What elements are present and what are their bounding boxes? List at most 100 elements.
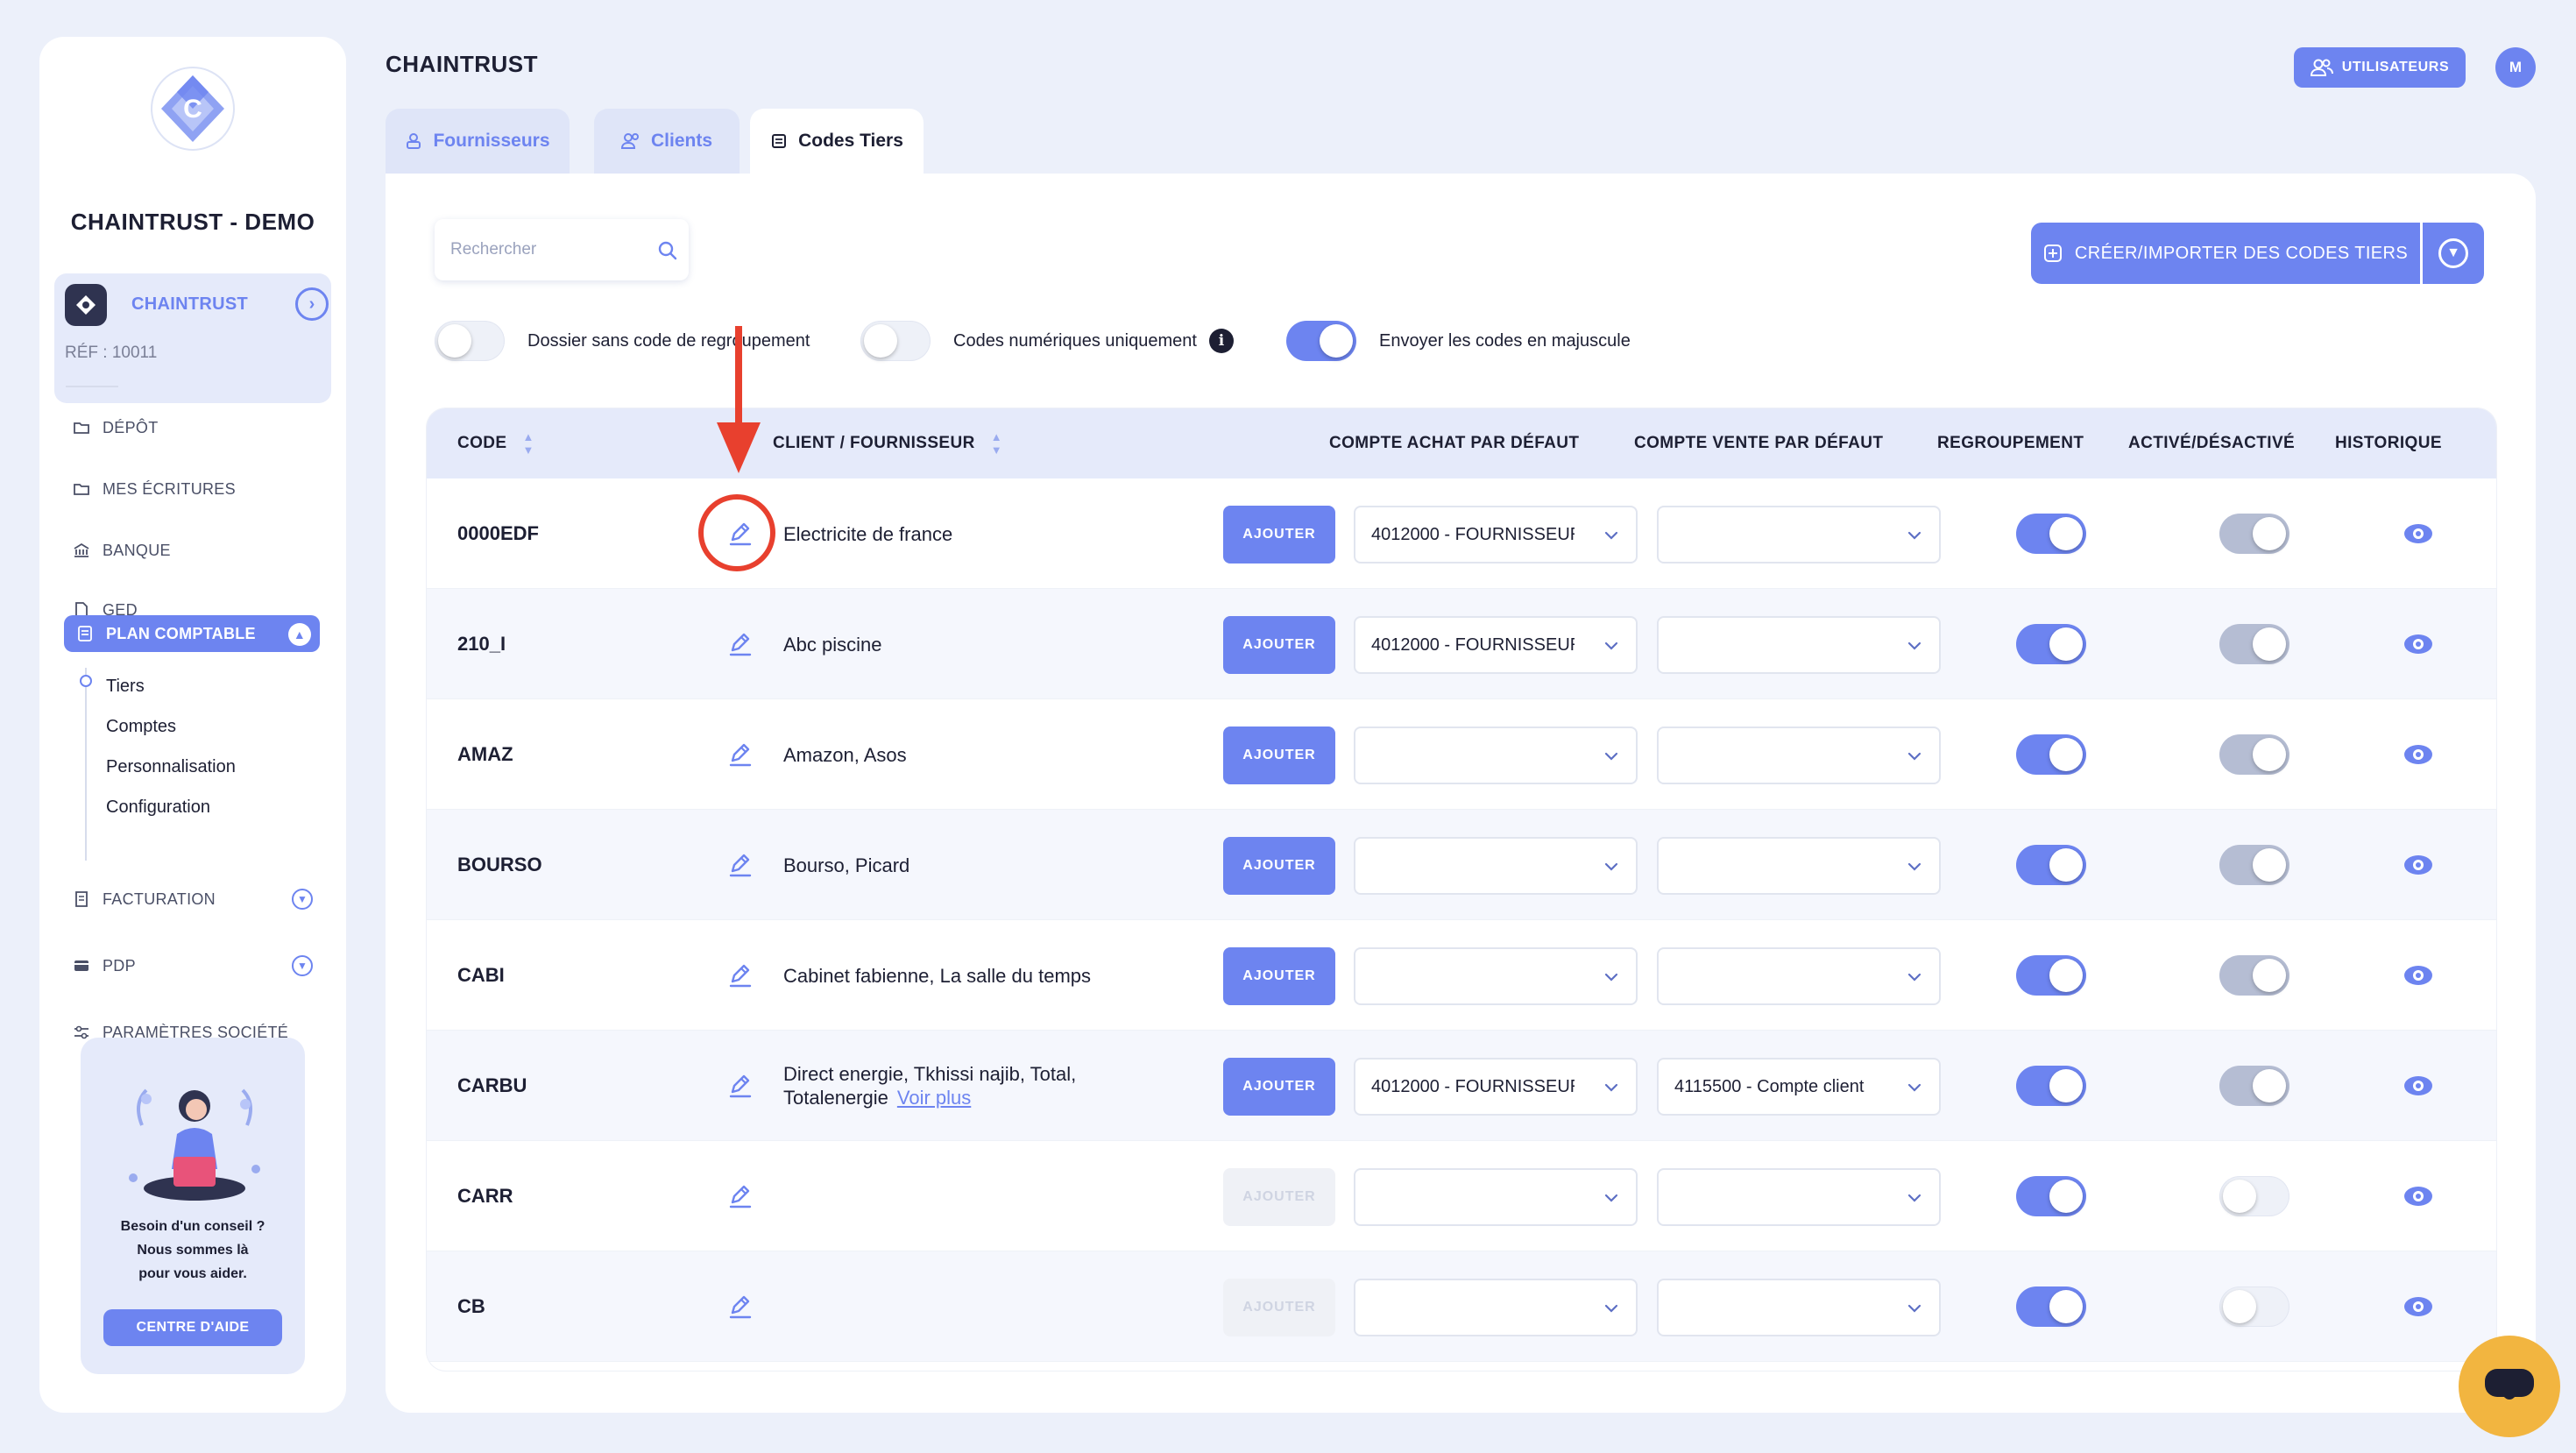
add-button[interactable]: AJOUTER <box>1223 1279 1335 1336</box>
add-button[interactable]: AJOUTER <box>1223 1168 1335 1226</box>
search-icon[interactable] <box>657 240 678 261</box>
regroupement-toggle[interactable] <box>2016 845 2086 885</box>
create-options-dropdown[interactable]: ▼ <box>2423 223 2484 284</box>
compte-achat-select[interactable] <box>1354 1279 1638 1336</box>
compte-achat-select[interactable] <box>1354 1168 1638 1226</box>
sidebar-item-facturation[interactable]: FACTURATION <box>73 882 311 917</box>
active-toggle[interactable] <box>2219 624 2289 664</box>
add-button[interactable]: AJOUTER <box>1223 506 1335 563</box>
search-input[interactable] <box>450 219 652 280</box>
add-button[interactable]: AJOUTER <box>1223 616 1335 674</box>
eye-icon[interactable] <box>2403 1074 2433 1097</box>
info-icon[interactable]: i <box>1208 329 1234 353</box>
eye-icon[interactable] <box>2403 522 2433 545</box>
add-button[interactable]: AJOUTER <box>1223 837 1335 895</box>
regroupement-toggle[interactable] <box>2016 624 2086 664</box>
compte-achat-select[interactable]: 4012000 - FOURNISSEUR <box>1354 616 1638 674</box>
toggle-sans-regroupement[interactable] <box>435 321 505 361</box>
subnav-item-personnalisation[interactable]: Personnalisation <box>106 757 236 777</box>
compte-vente-select[interactable] <box>1657 726 1941 784</box>
regroupement-toggle[interactable] <box>2016 1176 2086 1216</box>
eye-icon[interactable] <box>2403 964 2433 987</box>
compte-vente-select[interactable] <box>1657 506 1941 563</box>
compte-achat-select[interactable]: 4012000 - FOURNISSEUR <box>1354 1058 1638 1116</box>
compte-achat-select[interactable] <box>1354 726 1638 784</box>
regroupement-toggle[interactable] <box>2016 955 2086 996</box>
sort-icon[interactable]: ▲ ▼ <box>991 430 1002 457</box>
toggle-majuscule[interactable] <box>1286 321 1356 361</box>
tab-clients[interactable]: Clients <box>594 109 740 174</box>
create-import-button[interactable]: CRÉER/IMPORTER DES CODES TIERS <box>2031 223 2420 284</box>
compte-vente-select[interactable] <box>1657 1279 1941 1336</box>
edit-button[interactable] <box>725 699 756 810</box>
chevron-down-icon[interactable]: ▼ <box>292 955 313 976</box>
sort-icon[interactable]: ▲ ▼ <box>523 430 534 457</box>
compte-achat-select[interactable] <box>1354 837 1638 895</box>
eye-icon[interactable] <box>2403 743 2433 766</box>
sidebar-item-pdp[interactable]: PDP <box>73 948 136 983</box>
tab-codes-tiers[interactable]: Codes Tiers <box>750 109 924 174</box>
compte-vente-select[interactable] <box>1657 947 1941 1005</box>
edit-button[interactable] <box>725 1031 756 1141</box>
chevron-down-icon[interactable]: ▼ <box>292 889 313 910</box>
chevron-down-icon <box>1604 641 1618 650</box>
subnav-item-comptes[interactable]: Comptes <box>106 717 176 737</box>
sidebar-item-banque[interactable]: BANQUE <box>73 533 171 568</box>
company-selector[interactable]: CHAINTRUST › RÉF : 10011 <box>54 273 331 403</box>
add-button[interactable]: AJOUTER <box>1223 726 1335 784</box>
edit-button[interactable] <box>725 810 756 920</box>
edit-button[interactable] <box>725 589 756 699</box>
chat-launcher[interactable] <box>2459 1336 2560 1437</box>
subnav-item-configuration[interactable]: Configuration <box>106 797 210 818</box>
edit-button[interactable] <box>725 1251 756 1362</box>
active-toggle[interactable] <box>2219 1176 2289 1216</box>
option-label: Envoyer les codes en majuscule <box>1379 330 1631 351</box>
chevron-right-icon[interactable]: › <box>295 287 329 321</box>
add-button[interactable]: AJOUTER <box>1223 1058 1335 1116</box>
eye-icon[interactable] <box>2403 633 2433 656</box>
compte-vente-select[interactable] <box>1657 837 1941 895</box>
compte-achat-select[interactable] <box>1354 947 1638 1005</box>
sidebar-item-plan-comptable[interactable]: PLAN COMPTABLE ▲ <box>64 615 320 652</box>
active-toggle[interactable] <box>2219 1066 2289 1106</box>
tab-fournisseurs[interactable]: Fournisseurs <box>386 109 570 174</box>
eye-icon[interactable] <box>2403 1185 2433 1208</box>
help-line: Besoin d'un conseil ? <box>120 1219 265 1234</box>
active-toggle[interactable] <box>2219 845 2289 885</box>
column-client[interactable]: CLIENT / FOURNISSEUR ▲ ▼ <box>773 408 1002 478</box>
add-button[interactable]: AJOUTER <box>1223 947 1335 1005</box>
active-toggle[interactable] <box>2219 734 2289 775</box>
compte-vente-select[interactable]: 4115500 - Compte client <box>1657 1058 1941 1116</box>
regroupement-toggle[interactable] <box>2016 734 2086 775</box>
active-toggle[interactable] <box>2219 514 2289 554</box>
sidebar-item-depot[interactable]: DÉPÔT <box>73 410 159 445</box>
eye-icon[interactable] <box>2403 1295 2433 1318</box>
table-row: AMAZ Amazon, Asos AJOUTER <box>427 699 2496 810</box>
subnav-item-tiers[interactable]: Tiers <box>106 677 145 697</box>
regroupement-toggle[interactable] <box>2016 514 2086 554</box>
active-toggle[interactable] <box>2219 955 2289 996</box>
see-more-link[interactable]: Voir plus <box>897 1087 971 1109</box>
eye-icon[interactable] <box>2403 854 2433 876</box>
compte-vente-select[interactable] <box>1657 1168 1941 1226</box>
chevron-down-icon <box>1907 752 1921 761</box>
users-button[interactable]: UTILISATEURS <box>2294 47 2466 88</box>
sliders-icon <box>74 1025 88 1039</box>
active-toggle[interactable] <box>2219 1286 2289 1327</box>
chevron-down-icon <box>1907 531 1921 540</box>
column-code[interactable]: CODE ▲ ▼ <box>457 408 534 478</box>
option-label: Codes numériques uniquement <box>953 330 1197 351</box>
edit-button[interactable] <box>725 1141 756 1251</box>
toggle-codes-numeriques[interactable] <box>860 321 931 361</box>
help-center-button[interactable]: CENTRE D'AIDE <box>103 1309 282 1346</box>
sidebar-item-ecritures[interactable]: MES ÉCRITURES <box>73 471 236 507</box>
chevron-up-icon[interactable]: ▲ <box>288 623 311 646</box>
compte-achat-select[interactable]: 4012000 - FOURNISSEUR <box>1354 506 1638 563</box>
regroupement-toggle[interactable] <box>2016 1066 2086 1106</box>
client-name: Cabinet fabienne, La salle du temps <box>783 964 1092 987</box>
edit-button[interactable] <box>725 920 756 1031</box>
avatar[interactable]: M <box>2495 47 2536 88</box>
compte-vente-select[interactable] <box>1657 616 1941 674</box>
chevron-down-icon <box>1604 1194 1618 1202</box>
regroupement-toggle[interactable] <box>2016 1286 2086 1327</box>
